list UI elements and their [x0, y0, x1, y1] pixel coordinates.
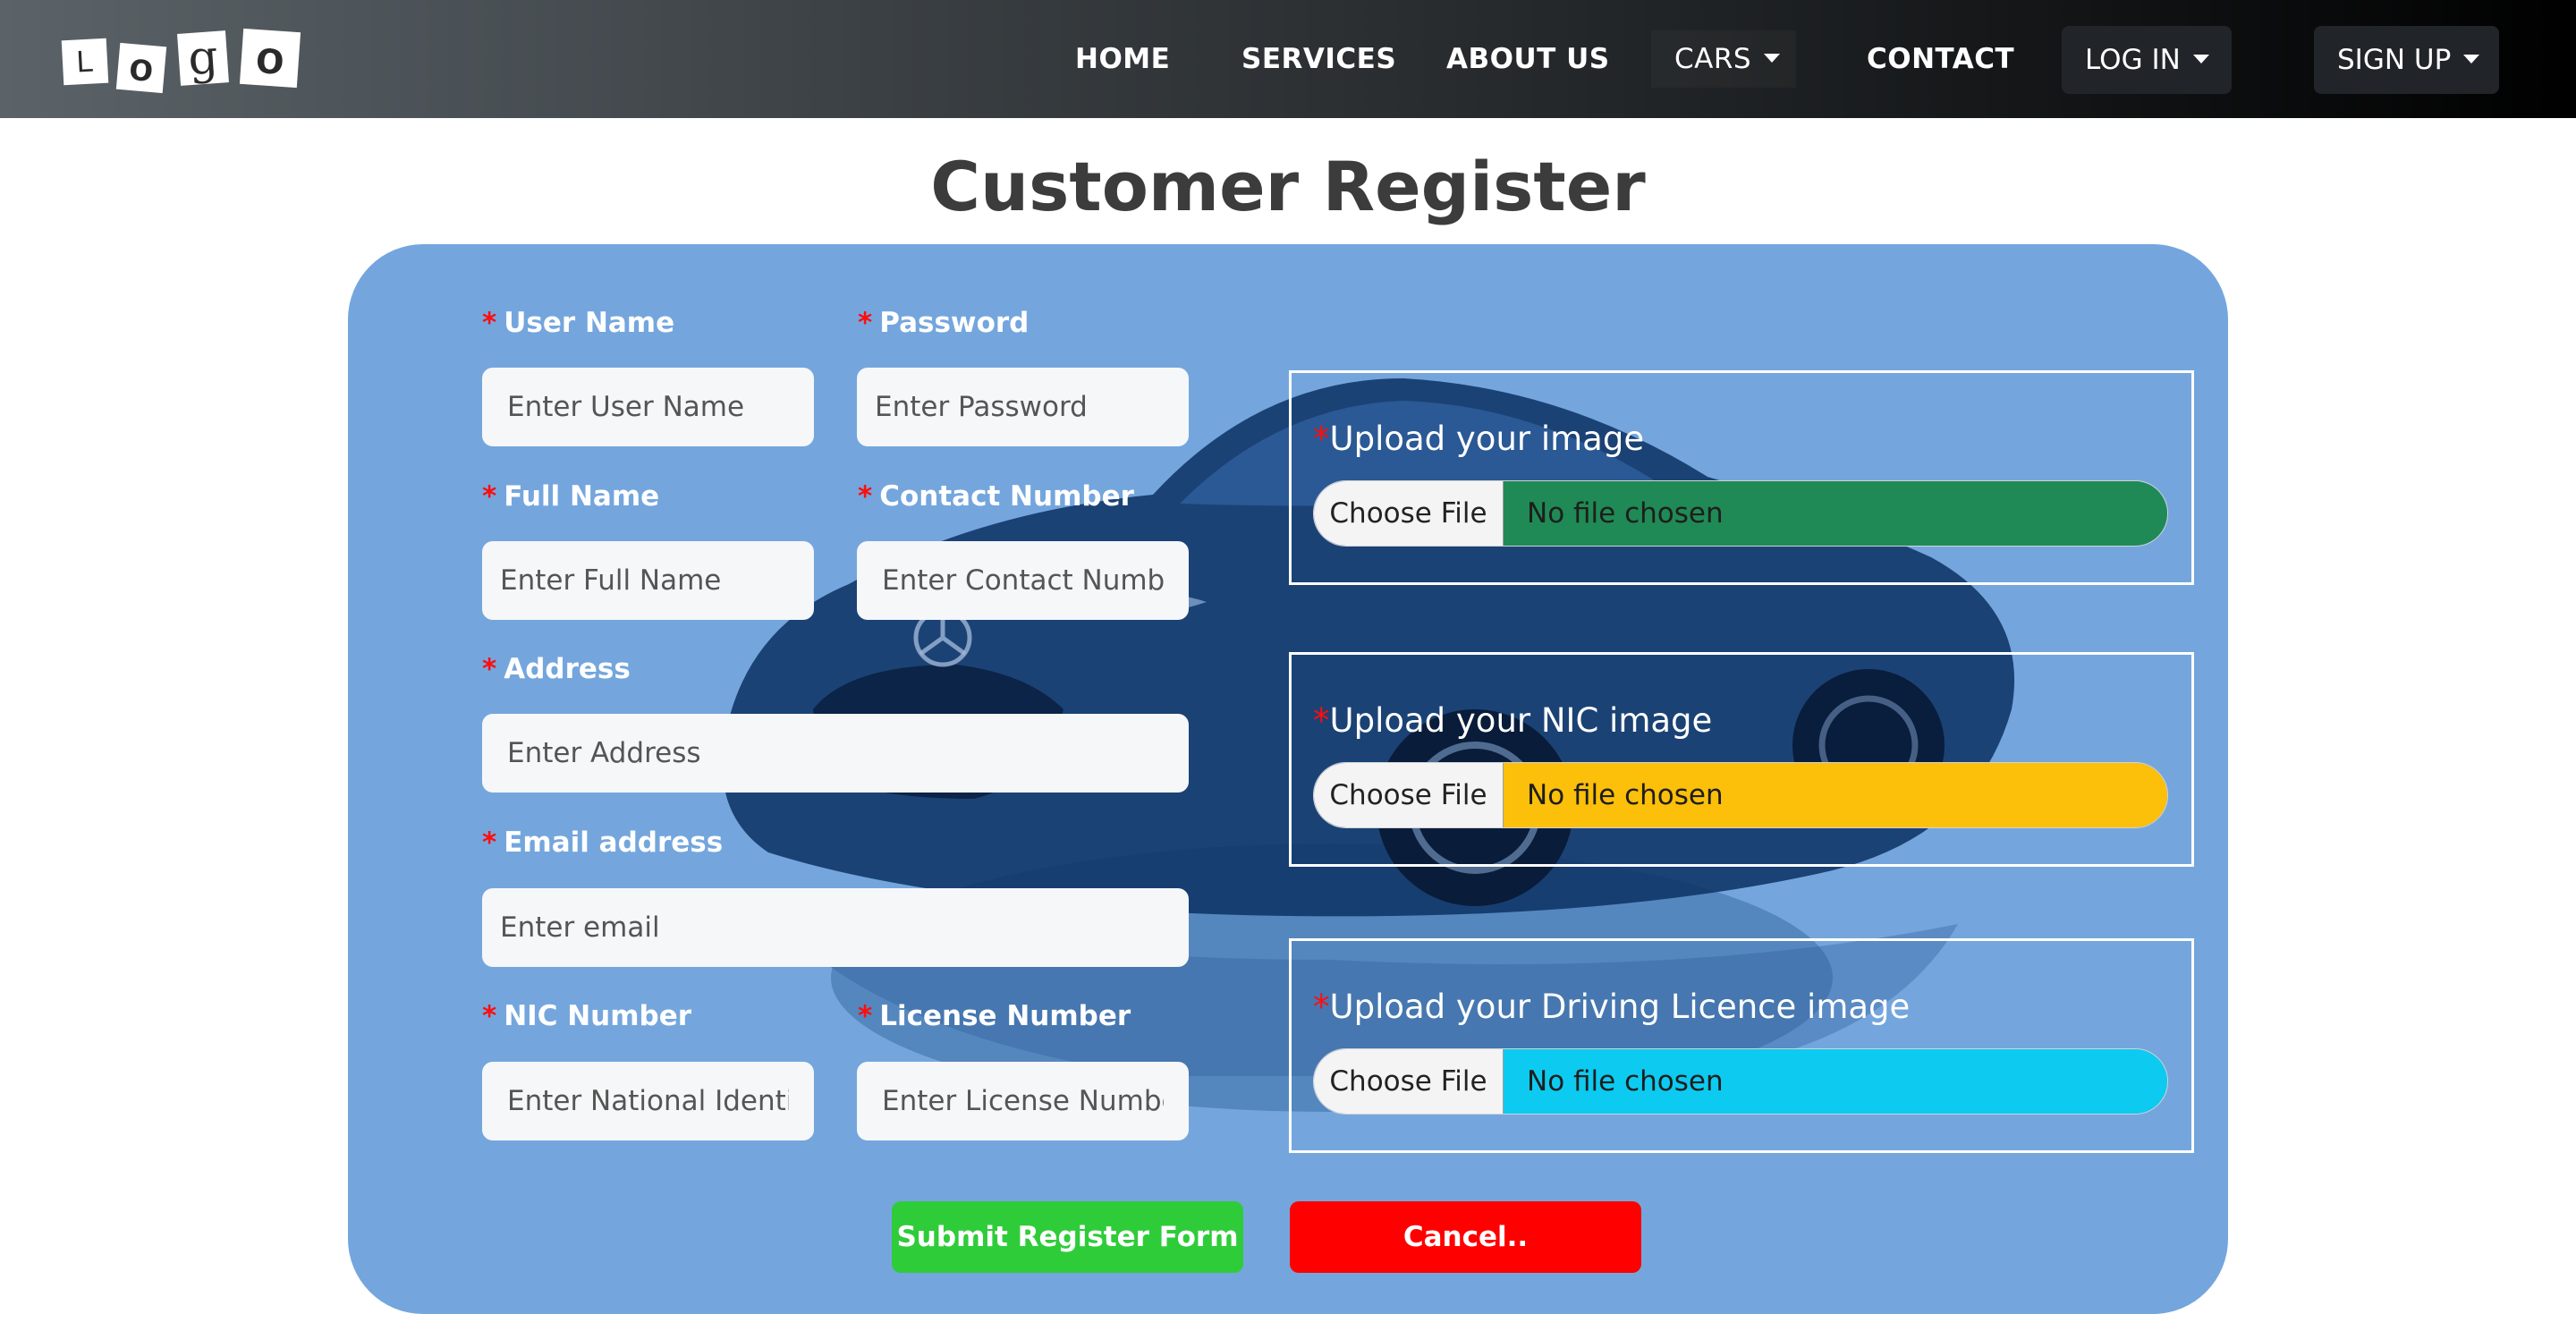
nav-contact-link[interactable]: CONTACT — [1867, 36, 2014, 82]
nic-number-input[interactable] — [482, 1062, 814, 1140]
license-number-input[interactable] — [857, 1062, 1189, 1140]
email-input[interactable] — [482, 888, 1189, 967]
upload-licence-label-text: Upload your Driving Licence image — [1329, 988, 1911, 1026]
username-label: * User Name — [482, 307, 674, 339]
required-marker: * — [482, 653, 497, 685]
signup-dropdown-button[interactable]: SIGN UP — [2314, 26, 2499, 94]
logo-tile: g — [177, 30, 229, 86]
address-label: * Address — [482, 653, 631, 685]
password-label: * Password — [858, 307, 1029, 339]
nic-file-input[interactable]: Choose File No file chosen — [1313, 762, 2168, 828]
licence-file-status: No file chosen — [1504, 1049, 2167, 1114]
required-marker: * — [482, 1000, 497, 1032]
nav-home-link[interactable]: HOME — [1075, 36, 1170, 82]
license-number-label: * License Number — [858, 1000, 1131, 1032]
nic-number-label-text: NIC Number — [504, 1000, 692, 1032]
upload-licence-section: *Upload your Driving Licence image Choos… — [1289, 938, 2194, 1153]
nic-number-label: * NIC Number — [482, 1000, 691, 1032]
licence-file-input[interactable]: Choose File No file chosen — [1313, 1048, 2168, 1115]
email-label: * Email address — [482, 827, 723, 859]
required-marker: * — [858, 307, 873, 339]
required-marker: * — [482, 307, 497, 339]
logo-tile: o — [239, 28, 301, 89]
logo-letter: g — [186, 30, 220, 87]
required-marker: * — [482, 480, 497, 513]
logo-tile: L — [61, 38, 109, 86]
license-number-label-text: License Number — [879, 1000, 1131, 1032]
fullname-input[interactable] — [482, 541, 814, 620]
username-input[interactable] — [482, 368, 814, 446]
nav-about-link[interactable]: ABOUT US — [1446, 36, 1610, 82]
caret-down-icon — [1764, 53, 1781, 63]
upload-nic-section: *Upload your NIC image Choose File No fi… — [1289, 652, 2194, 867]
nav-cars-label: CARS — [1674, 43, 1752, 75]
signup-label: SIGN UP — [2337, 44, 2452, 76]
caret-down-icon — [2192, 54, 2209, 64]
password-label-text: Password — [879, 307, 1030, 339]
upload-photo-label: *Upload your image — [1313, 420, 1644, 458]
logo-letter: o — [127, 44, 156, 91]
caret-down-icon — [2463, 54, 2480, 64]
nav-services-link[interactable]: SERVICES — [1241, 36, 1396, 82]
required-marker: * — [1313, 420, 1330, 458]
required-marker: * — [1313, 988, 1330, 1026]
photo-file-status: No file chosen — [1504, 481, 2167, 546]
navbar: L o g o HOME SERVICES ABOUT US CARS CONT… — [0, 0, 2576, 118]
cancel-button[interactable]: Cancel.. — [1290, 1201, 1641, 1273]
register-card: *User Name *Password *Full Name *Contact… — [348, 244, 2228, 1314]
nic-file-status: No file chosen — [1504, 763, 2167, 827]
site-logo[interactable]: L o g o — [59, 28, 301, 94]
address-input[interactable] — [482, 714, 1189, 793]
nav-cars-dropdown[interactable]: CARS — [1651, 30, 1796, 88]
login-label: LOG IN — [2085, 44, 2181, 76]
upload-nic-label: *Upload your NIC image — [1313, 701, 1712, 740]
required-marker: * — [858, 1000, 873, 1032]
photo-file-input[interactable]: Choose File No file chosen — [1313, 480, 2168, 547]
username-label-text: User Name — [504, 307, 675, 339]
nic-choose-file-button[interactable]: Choose File — [1314, 763, 1504, 827]
fullname-label-text: Full Name — [504, 480, 660, 513]
upload-nic-label-text: Upload your NIC image — [1329, 701, 1713, 740]
logo-letter: o — [254, 30, 286, 86]
password-input[interactable] — [857, 368, 1189, 446]
photo-choose-file-button[interactable]: Choose File — [1314, 481, 1504, 546]
login-dropdown-button[interactable]: LOG IN — [2062, 26, 2232, 94]
licence-choose-file-button[interactable]: Choose File — [1314, 1049, 1504, 1114]
upload-photo-section: *Upload your image Choose File No file c… — [1289, 370, 2194, 585]
page-title: Customer Register — [930, 147, 1646, 226]
upload-photo-label-text: Upload your image — [1329, 420, 1645, 458]
fullname-label: * Full Name — [482, 480, 659, 513]
contact-number-label-text: Contact Number — [879, 480, 1134, 513]
logo-letter: L — [75, 44, 95, 79]
required-marker: * — [858, 480, 873, 513]
upload-licence-label: *Upload your Driving Licence image — [1313, 988, 1910, 1026]
address-label-text: Address — [504, 653, 631, 685]
contact-number-input[interactable] — [857, 541, 1189, 620]
submit-register-button[interactable]: Submit Register Form — [892, 1201, 1243, 1273]
logo-tile: o — [115, 42, 167, 94]
required-marker: * — [482, 827, 497, 859]
required-marker: * — [1313, 701, 1330, 740]
contact-number-label: * Contact Number — [858, 480, 1134, 513]
email-label-text: Email address — [504, 827, 724, 859]
